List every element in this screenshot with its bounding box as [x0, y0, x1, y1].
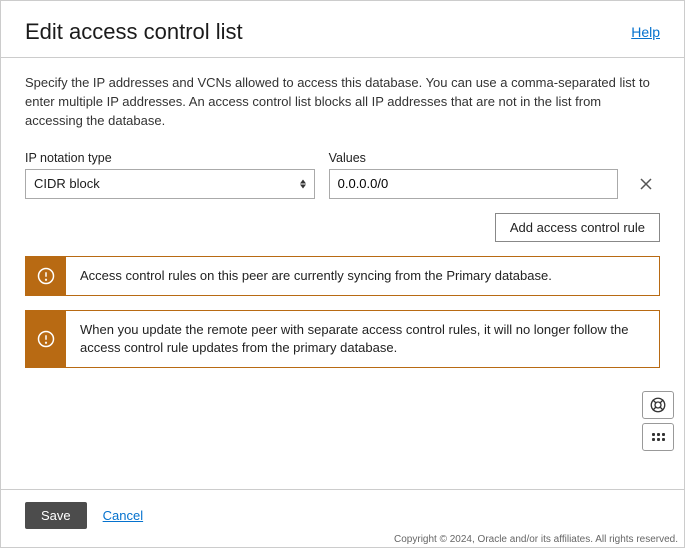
alert-text: When you update the remote peer with sep…: [66, 311, 659, 367]
grid-icon: [652, 433, 665, 441]
alert-stripe: [26, 311, 66, 367]
alert-text: Access control rules on this peer are cu…: [66, 257, 566, 295]
ip-type-label: IP notation type: [25, 151, 315, 165]
floating-tools: [642, 391, 674, 451]
app-grid-button[interactable]: [642, 423, 674, 451]
warning-icon: [37, 330, 55, 348]
close-icon: [639, 177, 653, 191]
values-input[interactable]: [329, 169, 619, 199]
alert-stripe: [26, 257, 66, 295]
help-link[interactable]: Help: [631, 24, 660, 40]
ip-type-select[interactable]: CIDR block: [25, 169, 315, 199]
page-title: Edit access control list: [25, 19, 243, 45]
dialog-body: Specify the IP addresses and VCNs allowe…: [1, 57, 684, 368]
dialog-footer: Save Cancel: [1, 489, 684, 529]
ip-type-value: CIDR block: [34, 176, 100, 191]
select-caret-icon: [300, 179, 306, 188]
add-rule-button[interactable]: Add access control rule: [495, 213, 660, 242]
lifebuoy-icon: [649, 396, 667, 414]
values-label: Values: [329, 151, 619, 165]
help-tool-button[interactable]: [642, 391, 674, 419]
cancel-link[interactable]: Cancel: [103, 508, 143, 523]
description-text: Specify the IP addresses and VCNs allowe…: [25, 74, 660, 131]
dialog-header: Edit access control list Help: [1, 1, 684, 57]
rule-row: IP notation type CIDR block Values: [25, 151, 660, 199]
warning-alert: Access control rules on this peer are cu…: [25, 256, 660, 296]
warning-alert: When you update the remote peer with sep…: [25, 310, 660, 368]
add-row: Add access control rule: [25, 213, 660, 242]
values-field: Values: [329, 151, 619, 199]
ip-type-field: IP notation type CIDR block: [25, 151, 315, 199]
remove-rule-button[interactable]: [632, 169, 660, 199]
warning-icon: [37, 267, 55, 285]
copyright-text: Copyright © 2024, Oracle and/or its affi…: [394, 534, 678, 545]
save-button[interactable]: Save: [25, 502, 87, 529]
